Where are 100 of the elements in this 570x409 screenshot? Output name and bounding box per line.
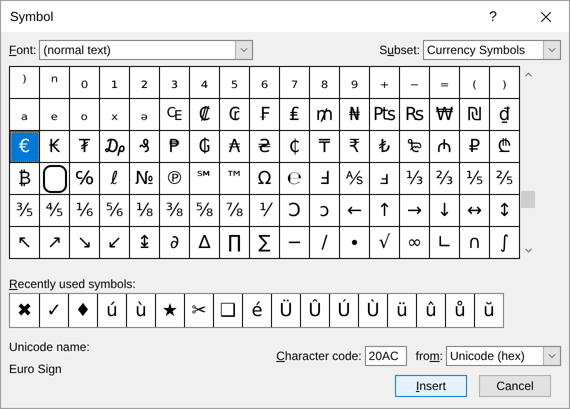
symbol-cell[interactable]: ₓ xyxy=(100,99,130,131)
symbol-cell[interactable]: ℮ xyxy=(280,163,310,195)
symbol-cell[interactable]: ⅓ xyxy=(400,163,430,195)
symbol-cell[interactable]: ∆ xyxy=(190,227,220,259)
symbol-cell[interactable]: ∞ xyxy=(400,227,430,259)
symbol-cell[interactable]: ₡ xyxy=(190,99,220,131)
symbol-cell[interactable]: № xyxy=(130,163,160,195)
symbol-cell[interactable]: ⅍ xyxy=(340,163,370,195)
symbol-cell[interactable]: ₠ xyxy=(160,99,190,131)
symbol-cell[interactable]: ₰ xyxy=(130,131,160,163)
symbol-cell[interactable]: ₐ xyxy=(10,99,40,131)
symbol-cell[interactable]: ℅ xyxy=(70,163,100,195)
symbol-cell[interactable]: ↗ xyxy=(40,227,70,259)
symbol-cell[interactable]: − xyxy=(280,227,310,259)
symbol-cell[interactable]: ∂ xyxy=(160,227,190,259)
cancel-button[interactable]: Cancel xyxy=(479,375,551,397)
symbol-cell[interactable]: ₥ xyxy=(310,99,340,131)
subset-dropdown[interactable]: Currency Symbols xyxy=(423,40,561,60)
insert-button[interactable]: Insert xyxy=(395,375,467,397)
symbol-cell[interactable]: ₦ xyxy=(340,99,370,131)
symbol-cell[interactable]: ₄ xyxy=(190,67,220,99)
symbol-cell[interactable]: ₍ xyxy=(460,67,490,99)
symbol-cell[interactable]: ₤ xyxy=(280,99,310,131)
symbol-cell[interactable]: ₼ xyxy=(430,131,460,163)
symbol-cell[interactable]: ₣ xyxy=(250,99,280,131)
symbol-cell[interactable]: ₉ xyxy=(340,67,370,99)
help-button[interactable]: ? xyxy=(483,6,503,27)
symbol-cell[interactable]: ⅎ xyxy=(370,163,400,195)
character-code-field[interactable]: 20AC xyxy=(364,346,407,366)
symbol-cell[interactable]: ₀ xyxy=(70,67,100,99)
symbol-cell[interactable]: ₹ xyxy=(340,131,370,163)
symbol-cell[interactable]: ₸ xyxy=(310,131,340,163)
symbol-cell[interactable]: Ⅎ xyxy=(310,163,340,195)
symbol-cell[interactable]: ₽ xyxy=(460,131,490,163)
symbol-cell[interactable]: ₂ xyxy=(130,67,160,99)
symbol-cell[interactable]: ⅝ xyxy=(190,195,220,227)
symbol-cell[interactable]: ₑ xyxy=(40,99,70,131)
symbol-cell[interactable]: ₯ xyxy=(100,131,130,163)
symbol-cell[interactable]: ₆ xyxy=(250,67,280,99)
symbol-cell[interactable]: ₩ xyxy=(430,99,460,131)
symbol-cell[interactable]: ⅕ xyxy=(460,163,490,195)
symbol-cell[interactable]: ₁ xyxy=(100,67,130,99)
symbol-cell[interactable]: → xyxy=(400,195,430,227)
symbol-cell[interactable]: ⅞ xyxy=(220,195,250,227)
symbol-cell[interactable]: ₔ xyxy=(130,99,160,131)
font-dropdown[interactable]: (normal text) xyxy=(39,40,254,60)
symbol-cell[interactable]: ⅖ xyxy=(490,163,520,195)
symbol-cell[interactable]: ₮ xyxy=(70,131,100,163)
symbol-cell[interactable]: ⅚ xyxy=(100,195,130,227)
symbol-cell[interactable]: ⅗ xyxy=(10,195,40,227)
symbol-cell[interactable]: ⅔ xyxy=(430,163,460,195)
symbol-cell[interactable]: ₳ xyxy=(220,131,250,163)
symbol-cell[interactable]: ₵ xyxy=(280,131,310,163)
symbol-cell[interactable]: ₺ xyxy=(370,131,400,163)
symbol-cell[interactable]: ₒ xyxy=(70,99,100,131)
symbol-cell[interactable]: ₪ xyxy=(460,99,490,131)
symbol-cell[interactable]: ₨ xyxy=(400,99,430,131)
symbol-cell[interactable]: ⅟ xyxy=(250,195,280,227)
symbol-cell[interactable]: ℗ xyxy=(160,163,190,195)
symbol-cell[interactable]: ₧ xyxy=(370,99,400,131)
symbol-cell[interactable]: ← xyxy=(340,195,370,227)
symbol-cell[interactable]: ⁾ xyxy=(10,67,40,99)
symbol-cell[interactable]: ₅ xyxy=(220,67,250,99)
symbol-cell[interactable]: ↄ xyxy=(310,195,340,227)
symbol-cell[interactable]: ∑ xyxy=(250,227,280,259)
symbol-cell[interactable]: ↨ xyxy=(130,227,160,259)
symbol-cell[interactable]: ∙ xyxy=(340,227,370,259)
symbol-cell[interactable]: ₱ xyxy=(160,131,190,163)
symbol-cell[interactable]: ↘ xyxy=(70,227,100,259)
symbol-cell[interactable]: ∏ xyxy=(220,227,250,259)
symbol-cell[interactable]: ₿ xyxy=(10,163,40,195)
symbol-cell[interactable]: ₭ xyxy=(40,131,70,163)
symbol-cell[interactable]: ∕ xyxy=(310,227,340,259)
symbol-cell[interactable]: ⁿ xyxy=(40,67,70,99)
recent-symbol[interactable]: ✖ xyxy=(10,294,39,327)
symbol-cell[interactable]: € xyxy=(10,131,40,163)
symbol-cell[interactable]: ₫ xyxy=(490,99,520,131)
symbol-cell[interactable]: ₴ xyxy=(250,131,280,163)
symbol-cell[interactable]: ∟ xyxy=(430,227,460,259)
symbol-cell[interactable]: ∫ xyxy=(490,227,520,259)
symbol-cell[interactable]: ↓ xyxy=(430,195,460,227)
symbol-cell[interactable]: √ xyxy=(370,227,400,259)
scrollbar-thumb[interactable] xyxy=(521,191,535,208)
symbol-cell[interactable]: Ↄ xyxy=(280,195,310,227)
symbol-cell[interactable]: ↕ xyxy=(490,195,520,227)
symbol-cell[interactable]: ₌ xyxy=(430,67,460,99)
symbol-cell[interactable]: ℠ xyxy=(190,163,220,195)
symbol-cell[interactable]: ₾ xyxy=(490,131,520,163)
symbol-cell[interactable]: ₊ xyxy=(370,67,400,99)
symbol-cell[interactable]: ₢ xyxy=(220,99,250,131)
symbol-cell[interactable]: ₋ xyxy=(400,67,430,99)
from-dropdown[interactable]: Unicode (hex) xyxy=(446,346,561,366)
symbol-cell[interactable]: ₲ xyxy=(190,131,220,163)
symbol-cell[interactable]: ₻ xyxy=(400,131,430,163)
symbol-cell[interactable]: ₇ xyxy=(280,67,310,99)
symbol-cell[interactable]: ₃ xyxy=(160,67,190,99)
symbol-cell[interactable]: ™ xyxy=(220,163,250,195)
symbol-cell[interactable]: ∩ xyxy=(460,227,490,259)
symbol-cell[interactable]: Ω xyxy=(250,163,280,195)
symbol-cell[interactable] xyxy=(40,163,70,195)
